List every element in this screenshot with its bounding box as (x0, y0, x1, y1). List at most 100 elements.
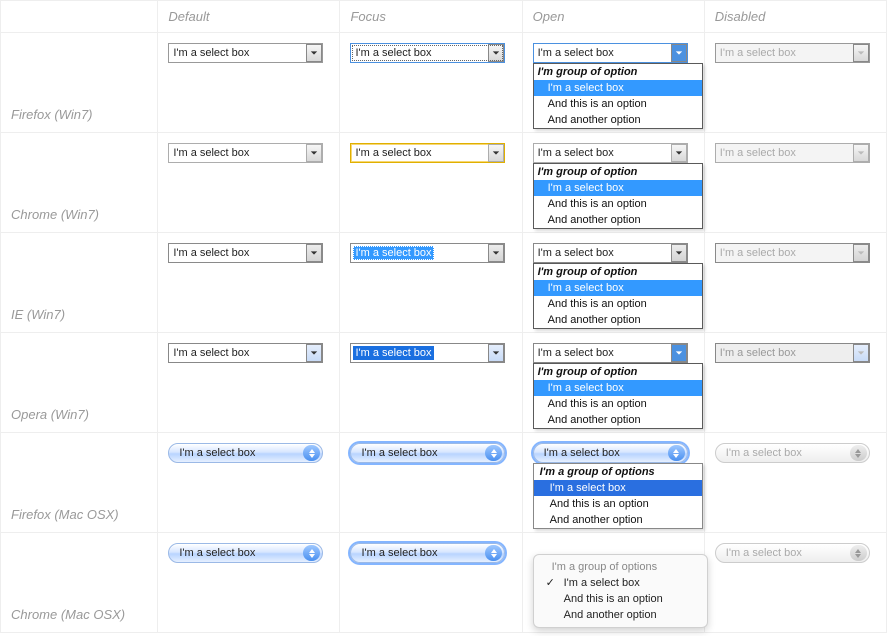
optgroup-label: I'm group of option (534, 364, 702, 380)
select-option[interactable]: And this is an option (534, 296, 702, 312)
select-box[interactable]: I'm a select box (350, 143, 505, 163)
select-option[interactable]: And another option (534, 112, 702, 128)
optgroup-label: I'm group of option (534, 164, 702, 180)
select-box[interactable]: I'm a select box (168, 543, 323, 563)
row-header-chrome-macosx: Chrome (Mac OSX) (1, 533, 158, 633)
chevron-down-icon (853, 344, 869, 362)
select-value: I'm a select box (173, 147, 249, 159)
stepper-icon (668, 445, 685, 461)
row-header-empty (1, 1, 158, 33)
select-option[interactable]: I'm a select box (534, 280, 702, 296)
select-value: I'm a select box (726, 547, 802, 559)
chevron-down-icon (853, 244, 869, 262)
select-value: I'm a select box (353, 346, 433, 360)
select-style-comparison-table: Default Focus Open Disabled Firefox (Win… (0, 0, 887, 633)
chevron-down-icon (671, 44, 687, 62)
chevron-down-icon (671, 244, 687, 262)
row-header-ie-win7: IE (Win7) (1, 233, 158, 333)
chevron-down-icon (488, 44, 504, 62)
select-option[interactable]: I'm a select box (534, 180, 702, 196)
stepper-icon (303, 545, 320, 561)
optgroup-label: I'm group of option (534, 64, 702, 80)
select-option[interactable]: And another option (534, 512, 702, 528)
select-box: I'm a select box (715, 443, 870, 463)
select-option[interactable]: I'm a select box (534, 380, 702, 396)
select-option[interactable]: And this is an option (534, 96, 702, 112)
chevron-down-icon (488, 144, 504, 162)
select-box: I'm a select box (715, 243, 870, 263)
select-value: I'm a select box (538, 347, 614, 359)
select-box: I'm a select box (715, 43, 870, 63)
select-value: I'm a select box (726, 447, 802, 459)
col-header-default: Default (158, 1, 340, 33)
select-box[interactable]: I'm a select box (168, 143, 323, 163)
col-header-open: Open (522, 1, 704, 33)
select-box: I'm a select box (715, 543, 870, 563)
select-box[interactable]: I'm a select box (350, 343, 505, 363)
select-dropdown[interactable]: I'm a group of options I'm a select box … (533, 463, 703, 529)
stepper-icon (485, 545, 502, 561)
select-box[interactable]: I'm a select box (350, 243, 505, 263)
col-header-disabled: Disabled (704, 1, 886, 33)
chevron-down-icon (306, 344, 322, 362)
chevron-down-icon (488, 244, 504, 262)
select-value: I'm a select box (538, 47, 614, 59)
select-value: I'm a select box (355, 147, 431, 159)
select-option[interactable]: I'm a select box (534, 575, 707, 591)
select-value: I'm a select box (173, 347, 249, 359)
optgroup-label: I'm group of option (534, 264, 702, 280)
select-dropdown[interactable]: I'm group of option I'm a select box And… (533, 363, 703, 429)
select-option[interactable]: And this is an option (534, 591, 707, 607)
select-value: I'm a select box (173, 47, 249, 59)
stepper-icon (485, 445, 502, 461)
select-box[interactable]: I'm a select box (350, 43, 505, 63)
select-box[interactable]: I'm a select box (350, 543, 505, 563)
optgroup-label: I'm a group of options (534, 464, 702, 480)
select-value: I'm a select box (173, 247, 249, 259)
select-option[interactable]: I'm a select box (534, 80, 702, 96)
row-header-firefox-win7: Firefox (Win7) (1, 33, 158, 133)
chevron-down-icon (671, 344, 687, 362)
chevron-down-icon (853, 144, 869, 162)
select-option[interactable]: And this is an option (534, 496, 702, 512)
select-box[interactable]: I'm a select box (168, 43, 323, 63)
select-option[interactable]: And another option (534, 412, 702, 428)
stepper-icon (303, 445, 320, 461)
select-value: I'm a select box (720, 147, 796, 159)
select-value: I'm a select box (353, 246, 433, 260)
select-value: I'm a select box (538, 247, 614, 259)
select-box[interactable]: I'm a select box (533, 243, 688, 263)
col-header-focus: Focus (340, 1, 522, 33)
select-box[interactable]: I'm a select box (350, 443, 505, 463)
select-option[interactable]: And another option (534, 212, 702, 228)
select-option[interactable]: And this is an option (534, 196, 702, 212)
select-option[interactable]: And this is an option (534, 396, 702, 412)
select-dropdown[interactable]: I'm a group of options I'm a select box … (533, 554, 708, 628)
select-box[interactable]: I'm a select box (168, 443, 323, 463)
select-box[interactable]: I'm a select box (533, 143, 688, 163)
row-header-firefox-macosx: Firefox (Mac OSX) (1, 433, 158, 533)
select-box[interactable]: I'm a select box (168, 243, 323, 263)
select-box: I'm a select box (715, 343, 870, 363)
select-box: I'm a select box (715, 143, 870, 163)
select-option[interactable]: I'm a select box (534, 480, 702, 496)
select-value: I'm a select box (179, 447, 255, 459)
select-box[interactable]: I'm a select box (533, 443, 688, 463)
select-value: I'm a select box (720, 47, 796, 59)
select-box[interactable]: I'm a select box (168, 343, 323, 363)
select-dropdown[interactable]: I'm group of option I'm a select box And… (533, 63, 703, 129)
select-box[interactable]: I'm a select box (533, 43, 688, 63)
select-option[interactable]: And another option (534, 312, 702, 328)
select-value: I'm a select box (179, 547, 255, 559)
select-dropdown[interactable]: I'm group of option I'm a select box And… (533, 163, 703, 229)
select-value: I'm a select box (361, 547, 437, 559)
select-value: I'm a select box (720, 347, 796, 359)
select-dropdown[interactable]: I'm group of option I'm a select box And… (533, 263, 703, 329)
select-value: I'm a select box (355, 47, 431, 59)
select-value: I'm a select box (720, 247, 796, 259)
select-option[interactable]: And another option (534, 607, 707, 623)
chevron-down-icon (306, 44, 322, 62)
chevron-down-icon (488, 344, 504, 362)
select-box[interactable]: I'm a select box (533, 343, 688, 363)
select-value: I'm a select box (544, 447, 620, 459)
